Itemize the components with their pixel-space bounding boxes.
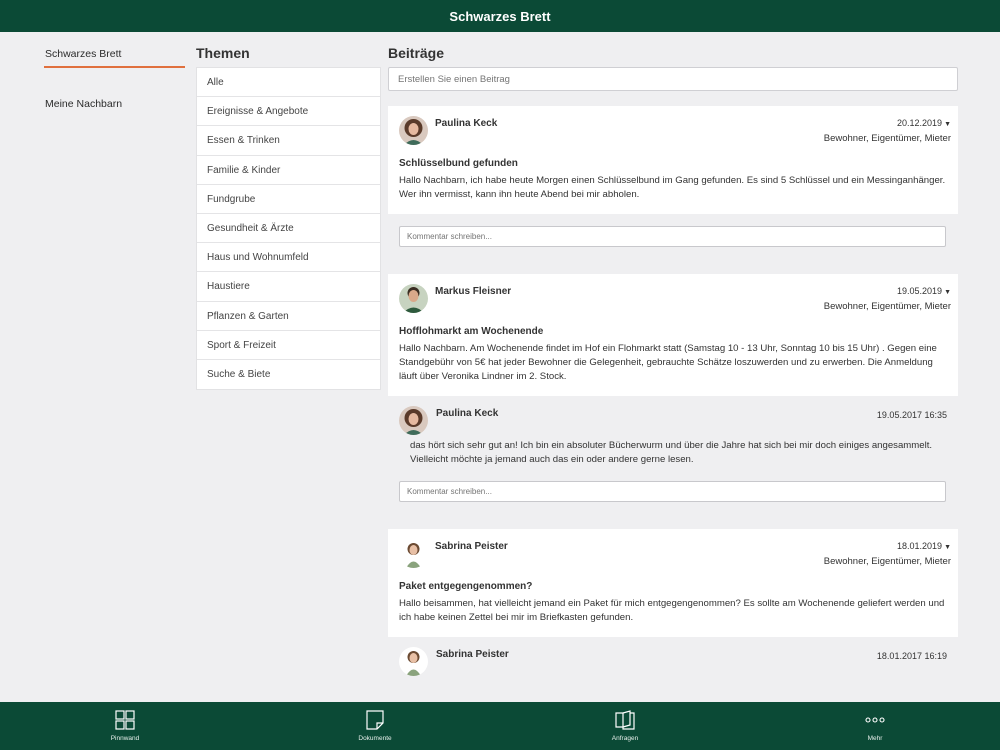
post-author[interactable]: Paulina Keck [435,118,497,129]
topic-item-alle[interactable]: Alle [197,68,380,98]
nav-item-meine-nachbarn[interactable]: Meine Nachbarn [44,94,185,116]
post-date-dropdown[interactable]: 19.05.2019 ▼ [824,284,951,300]
post-body: Hallo Nachbarn. Am Wochenende findet im … [399,343,937,382]
topics-title: Themen [196,45,250,61]
tab-label: Mehr [867,735,883,742]
post-card: Sabrina Peister 18.01.2019 ▼ Bewohner, Ei… [388,529,958,637]
post-card: Markus Fleisner 19.05.2019 ▼ Bewohner, Ei… [388,274,958,396]
caret-down-icon: ▼ [944,121,951,128]
topic-item-pflanzen[interactable]: Pflanzen & Garten [197,302,380,331]
avatar[interactable] [399,539,428,568]
post-card: Paulina Keck 20.12.2019 ▼ Bewohner, Eigen… [388,106,958,214]
post-author[interactable]: Sabrina Peister [435,541,508,552]
topic-item-haus[interactable]: Haus und Wohnumfeld [197,243,380,273]
grid-icon [115,710,135,730]
post-author[interactable]: Markus Fleisner [435,286,511,297]
page-title: Schwarzes Brett [449,8,551,24]
comment-area [388,467,958,514]
tab-label: Pinnwand [110,735,140,742]
avatar[interactable] [399,647,428,676]
topic-item-suche[interactable]: Suche & Biete [197,360,380,389]
top-bar: Schwarzes Brett [0,0,1000,32]
bottom-tab-bar: Pinnwand Dokumente Anfragen Mehr [0,702,1000,750]
topic-item-haustiere[interactable]: Haustiere [197,272,380,302]
left-navigation: Schwarzes Brett Meine Nachbarn [44,44,185,116]
post-audience: Bewohner, Eigentümer, Mieter [823,301,951,312]
topic-item-sport[interactable]: Sport & Freizeit [197,331,380,360]
topic-item-fundgrube[interactable]: Fundgrube [197,185,380,214]
reply-body: das hört sich sehr gut an! Ich bin ein a… [410,440,933,465]
topic-item-familie[interactable]: Familie & Kinder [197,156,380,185]
posts-title: Beiträge [388,45,445,61]
new-post-input[interactable] [388,67,958,91]
reply: Sabrina Peister 18.01.2017 16:19 [388,637,958,676]
post-body: Hallo beisammen, hat vielleicht jemand e… [399,598,945,623]
topic-item-ereignisse[interactable]: Ereignisse & Angebote [197,97,380,127]
caret-down-icon: ▼ [944,289,951,296]
post-title: Schlüsselbund gefunden [399,158,518,169]
reply-author[interactable]: Paulina Keck [436,408,498,419]
tab-mehr[interactable]: Mehr [750,702,1000,750]
comment-input[interactable] [399,481,946,502]
avatar[interactable] [399,406,428,435]
avatar[interactable] [399,116,428,145]
tab-dokumente[interactable]: Dokumente [250,702,500,750]
post-date-dropdown[interactable]: 18.01.2019 ▼ [824,539,951,555]
posts-panel: Beiträge Paulina Keck 20.12.2019▼ Bewohn… [388,44,958,702]
reply-date: 18.01.2017 16:19 [876,651,947,661]
topic-item-gesundheit[interactable]: Gesundheit & Ärzte [197,214,380,244]
tab-pinnwand[interactable]: Pinnwand [0,702,250,750]
post-date: 18.01.2019 [897,541,943,551]
tab-label: Anfragen [611,735,639,742]
topic-list: Alle Ereignisse & Angebote Essen & Trink… [196,67,381,391]
tab-label: Dokumente [358,735,392,742]
post-body: Hallo Nachbarn, ich habe heute Morgen ei… [399,175,946,200]
tab-anfragen[interactable]: Anfragen [500,702,750,750]
book-icon [615,710,635,730]
caret-down-icon: ▼ [944,544,951,551]
post-title: Paket entgegengenommen? [399,581,533,592]
reply-author[interactable]: Sabrina Peister [436,649,509,660]
comment-area [388,214,958,259]
reply: Paulina Keck 19.05.2017 16:35 das hört s… [388,396,958,467]
more-icon [865,717,885,723]
document-icon [366,710,384,730]
comment-input[interactable] [399,226,946,247]
post-date: 19.05.2019 [897,286,943,296]
post-title: Hofflohmarkt am Wochenende [399,326,544,337]
post-date-dropdown[interactable]: 20.12.2019 ▼ [824,116,951,132]
avatar[interactable] [399,284,428,313]
topic-item-essen[interactable]: Essen & Trinken [197,126,380,156]
topics-panel: Themen Alle Ereignisse & Angebote Essen … [196,44,381,391]
post-audience: Bewohner, Eigentümer, Mieter [823,556,951,567]
post-audience: Bewohner, Eigentümer, Mieter [823,133,951,144]
post-date: 20.12.2019 [897,118,943,128]
reply-date: 19.05.2017 16:35 [876,410,947,420]
nav-item-schwarzes-brett[interactable]: Schwarzes Brett [44,44,185,68]
